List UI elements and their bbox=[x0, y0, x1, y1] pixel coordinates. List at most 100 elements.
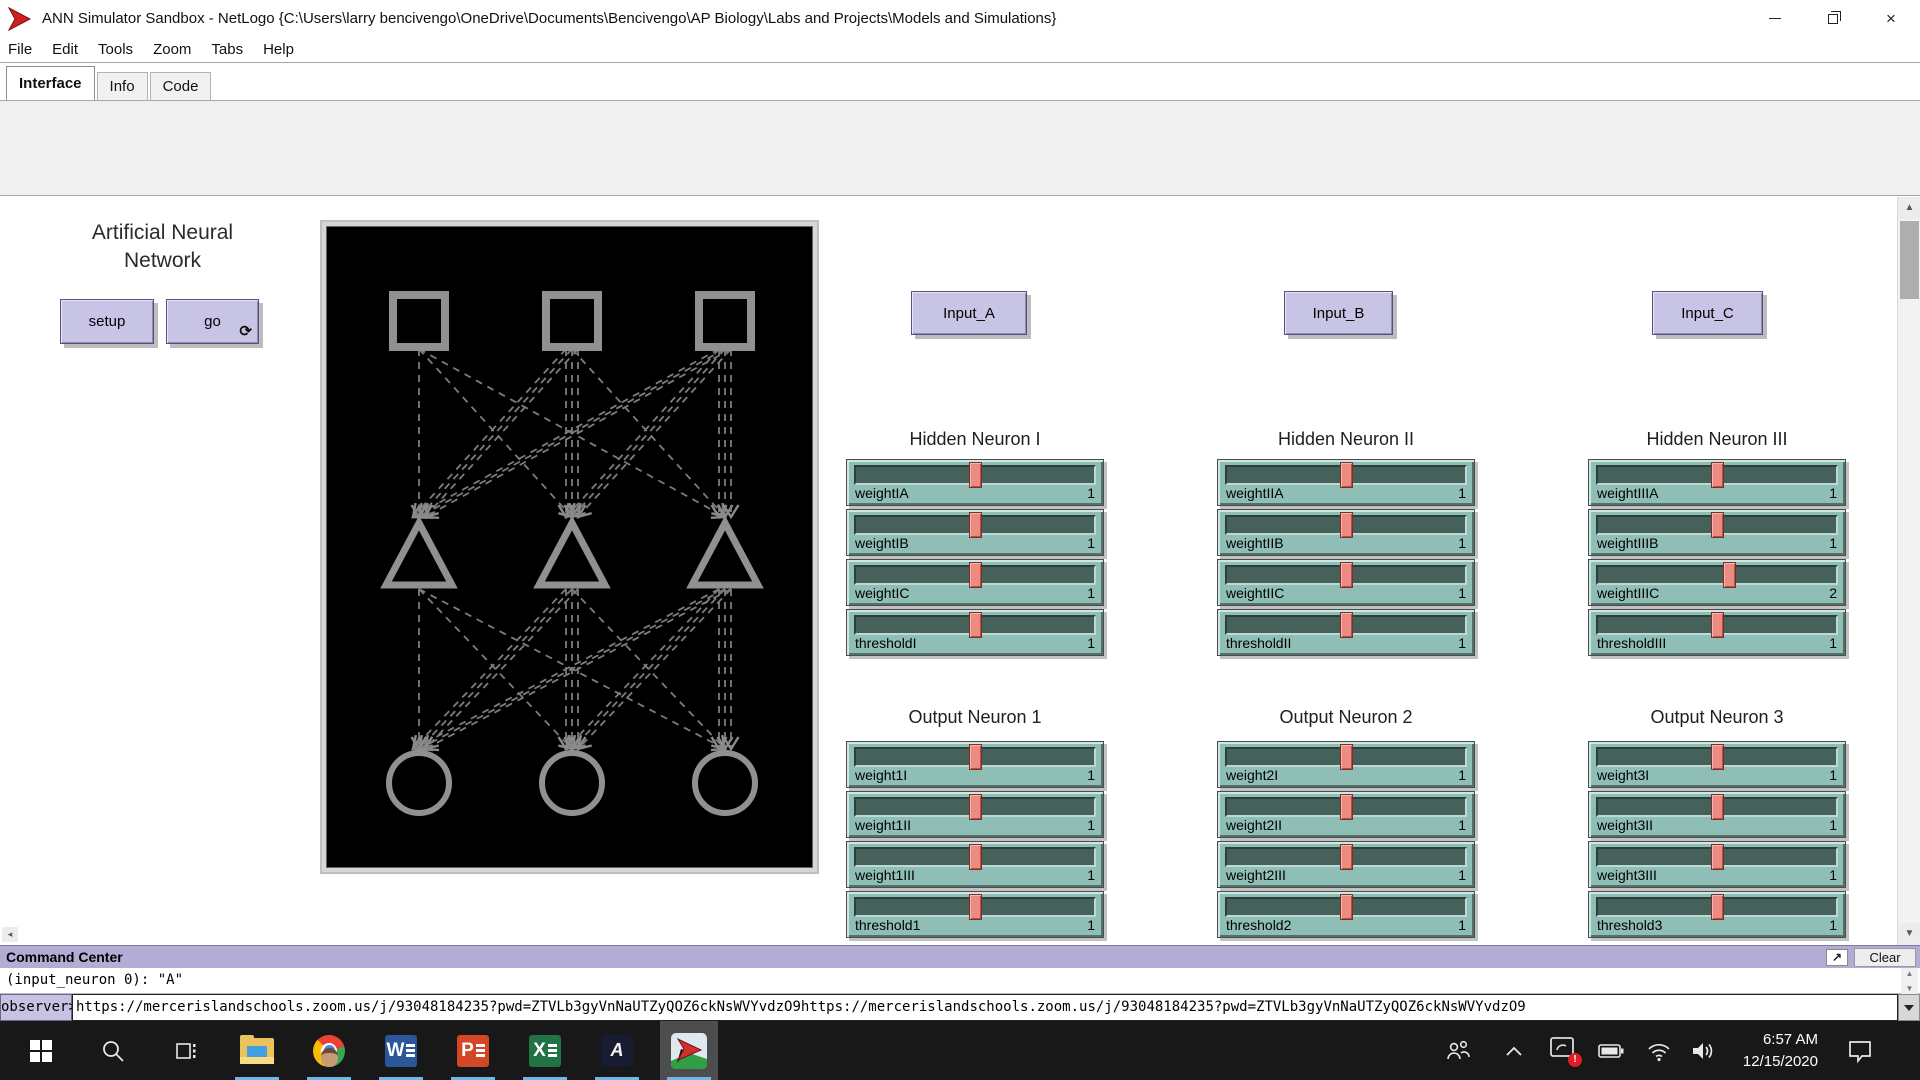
excel-button[interactable]: X bbox=[516, 1021, 574, 1080]
slider-handle[interactable] bbox=[969, 844, 982, 870]
slider-handle[interactable] bbox=[1340, 844, 1353, 870]
slider-weightIIC[interactable]: weightIIC1 bbox=[1217, 559, 1475, 606]
slider-handle[interactable] bbox=[1711, 744, 1724, 770]
word-button[interactable]: W bbox=[372, 1021, 430, 1080]
slider-weight3III[interactable]: weight3III1 bbox=[1588, 841, 1846, 888]
slider-handle[interactable] bbox=[1340, 512, 1353, 538]
action-center-button[interactable] bbox=[1838, 1021, 1882, 1080]
tab-interface[interactable]: Interface bbox=[6, 66, 95, 100]
command-output-scrollbar[interactable]: ▲ ▼ bbox=[1901, 968, 1918, 994]
command-input-field[interactable]: https://mercerislandschools.zoom.us/j/93… bbox=[72, 994, 1898, 1021]
slider-handle[interactable] bbox=[1711, 894, 1724, 920]
world-view[interactable] bbox=[326, 226, 813, 868]
scroll-up-arrow-icon[interactable]: ▲ bbox=[1898, 197, 1920, 219]
menu-item-tabs[interactable]: Tabs bbox=[201, 37, 253, 63]
slider-thresholdI[interactable]: thresholdI1 bbox=[846, 609, 1104, 656]
notification-tray-app-button[interactable]: ! bbox=[1543, 1021, 1583, 1080]
input-button-a[interactable]: Input_A bbox=[911, 291, 1027, 335]
menu-item-edit[interactable]: Edit bbox=[42, 37, 88, 63]
slider-weight1I[interactable]: weight1I1 bbox=[846, 741, 1104, 788]
slider-handle[interactable] bbox=[1340, 462, 1353, 488]
tray-expand-button[interactable] bbox=[1496, 1021, 1532, 1080]
slider-threshold2[interactable]: threshold21 bbox=[1217, 891, 1475, 938]
start-button[interactable] bbox=[12, 1021, 70, 1080]
clear-button[interactable]: Clear bbox=[1854, 948, 1916, 967]
scroll-left-arrow-icon[interactable]: ◂ bbox=[2, 927, 18, 942]
slider-weight2III[interactable]: weight2III1 bbox=[1217, 841, 1475, 888]
slider-weight1II[interactable]: weight1II1 bbox=[846, 791, 1104, 838]
slider-thresholdIII[interactable]: thresholdIII1 bbox=[1588, 609, 1846, 656]
slider-value: 1 bbox=[1829, 635, 1837, 651]
menu-item-zoom[interactable]: Zoom bbox=[143, 37, 201, 63]
slider-handle[interactable] bbox=[1340, 794, 1353, 820]
slider-handle[interactable] bbox=[969, 894, 982, 920]
task-view-button[interactable] bbox=[156, 1021, 214, 1080]
slider-weight2II[interactable]: weight2II1 bbox=[1217, 791, 1475, 838]
volume-button[interactable] bbox=[1684, 1021, 1722, 1080]
go-button[interactable]: go ⟳ bbox=[166, 299, 259, 344]
setup-button[interactable]: setup bbox=[60, 299, 154, 344]
slider-weightIB[interactable]: weightIB1 bbox=[846, 509, 1104, 556]
slider-handle[interactable] bbox=[1711, 844, 1724, 870]
slider-weight3I[interactable]: weight3I1 bbox=[1588, 741, 1846, 788]
battery-button[interactable] bbox=[1592, 1021, 1630, 1080]
slider-handle[interactable] bbox=[1340, 612, 1353, 638]
file-explorer-button[interactable] bbox=[228, 1021, 286, 1080]
slider-weightIA[interactable]: weightIA1 bbox=[846, 459, 1104, 506]
input-button-c[interactable]: Input_C bbox=[1652, 291, 1763, 335]
slider-weightIIIC[interactable]: weightIIIC2 bbox=[1588, 559, 1846, 606]
forever-icon: ⟳ bbox=[239, 322, 252, 340]
observer-prompt[interactable]: observer> bbox=[0, 994, 72, 1021]
slider-thresholdII[interactable]: thresholdII1 bbox=[1217, 609, 1475, 656]
slider-weightIIB[interactable]: weightIIB1 bbox=[1217, 509, 1475, 556]
slider-weightIIIA[interactable]: weightIIIA1 bbox=[1588, 459, 1846, 506]
slider-handle[interactable] bbox=[1340, 562, 1353, 588]
slider-weight3II[interactable]: weight3II1 bbox=[1588, 791, 1846, 838]
restore-button[interactable] bbox=[1804, 0, 1862, 37]
slider-handle[interactable] bbox=[1711, 794, 1724, 820]
menu-item-tools[interactable]: Tools bbox=[88, 37, 143, 63]
tab-code[interactable]: Code bbox=[150, 72, 212, 100]
input-button-b[interactable]: Input_B bbox=[1284, 291, 1393, 335]
slider-handle[interactable] bbox=[969, 462, 982, 488]
slider-handle[interactable] bbox=[1340, 744, 1353, 770]
slider-threshold1[interactable]: threshold11 bbox=[846, 891, 1104, 938]
slider-weight2I[interactable]: weight2I1 bbox=[1217, 741, 1475, 788]
wifi-button[interactable] bbox=[1640, 1021, 1678, 1080]
slider-handle[interactable] bbox=[1340, 894, 1353, 920]
slider-handle[interactable] bbox=[969, 794, 982, 820]
slider-threshold3[interactable]: threshold31 bbox=[1588, 891, 1846, 938]
slider-value: 1 bbox=[1458, 535, 1466, 551]
netlogo-taskbar-button[interactable] bbox=[660, 1021, 718, 1080]
main-vertical-scrollbar[interactable]: ▲ ▼ bbox=[1897, 197, 1920, 945]
slider-weightIIIB[interactable]: weightIIIB1 bbox=[1588, 509, 1846, 556]
menu-item-help[interactable]: Help bbox=[253, 37, 304, 63]
scroll-down-arrow-icon[interactable]: ▼ bbox=[1898, 923, 1920, 945]
search-button[interactable] bbox=[84, 1021, 142, 1080]
scroll-up-arrow-icon[interactable]: ▲ bbox=[1901, 969, 1918, 978]
slider-handle[interactable] bbox=[1711, 512, 1724, 538]
slider-weightIIA[interactable]: weightIIA1 bbox=[1217, 459, 1475, 506]
slider-weightIC[interactable]: weightIC1 bbox=[846, 559, 1104, 606]
taskbar-clock[interactable]: 6:57 AM 12/15/2020 bbox=[1722, 1021, 1818, 1080]
slider-handle[interactable] bbox=[969, 512, 982, 538]
slider-handle[interactable] bbox=[969, 744, 982, 770]
slider-handle[interactable] bbox=[1711, 612, 1724, 638]
slider-handle[interactable] bbox=[1711, 462, 1724, 488]
powerpoint-button[interactable]: P bbox=[444, 1021, 502, 1080]
slider-handle[interactable] bbox=[969, 562, 982, 588]
tab-info[interactable]: Info bbox=[97, 72, 148, 100]
command-history-button[interactable] bbox=[1898, 994, 1920, 1021]
minimize-button[interactable] bbox=[1746, 0, 1804, 37]
close-button[interactable]: × bbox=[1862, 0, 1920, 37]
slider-handle[interactable] bbox=[1723, 562, 1736, 588]
menu-item-file[interactable]: File bbox=[0, 37, 42, 63]
chrome-button[interactable] bbox=[300, 1021, 358, 1080]
scroll-down-arrow-icon[interactable]: ▼ bbox=[1901, 984, 1918, 993]
slider-handle[interactable] bbox=[969, 612, 982, 638]
command-center-expand-button[interactable]: ↗ bbox=[1826, 949, 1848, 966]
people-button[interactable] bbox=[1438, 1021, 1478, 1080]
scrollbar-thumb[interactable] bbox=[1900, 221, 1919, 299]
slider-weight1III[interactable]: weight1III1 bbox=[846, 841, 1104, 888]
acrobat-button[interactable]: A bbox=[588, 1021, 646, 1080]
